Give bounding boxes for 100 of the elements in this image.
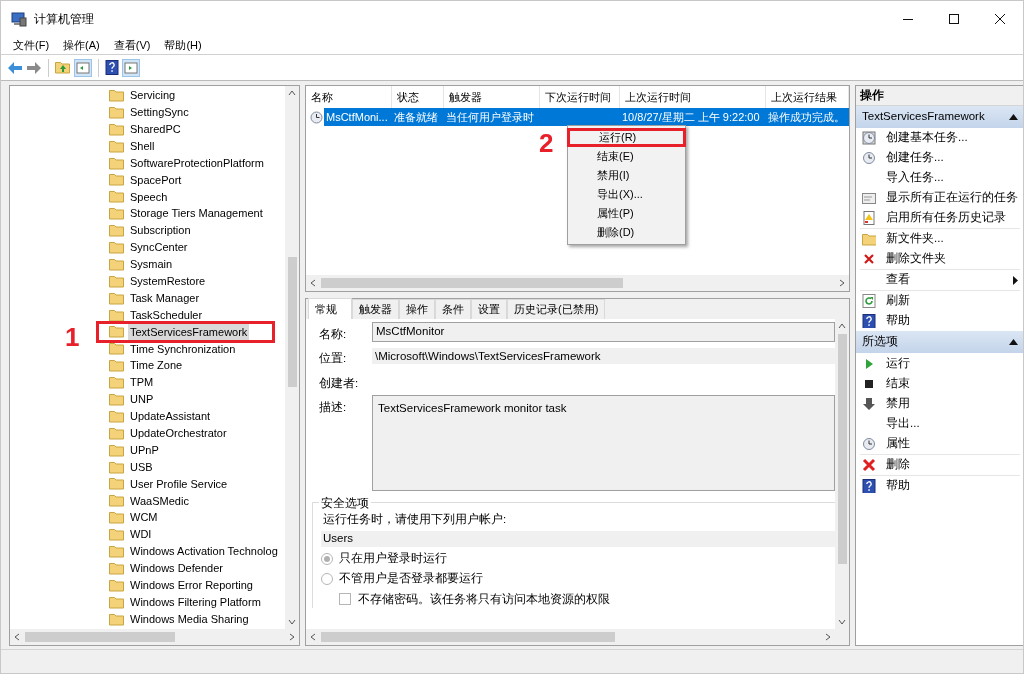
action-item[interactable]: 创建基本任务... (886, 129, 968, 147)
tree-item[interactable]: USB (128, 458, 155, 476)
tree-item[interactable]: WCM (128, 509, 160, 526)
tab[interactable]: 触发器 (352, 299, 399, 319)
tree-item[interactable]: UNP (128, 391, 156, 408)
task-row[interactable]: MsCtfMoni... 准备就绪 当任何用户登录时 10/8/27/星期二 上午 9:22:00 操作成功完成。 (324, 108, 849, 126)
tree-item[interactable]: Windows Media Sharing (128, 610, 251, 628)
submenu-arrow-icon[interactable] (1013, 275, 1018, 285)
collapse-caret-icon[interactable] (1009, 339, 1018, 345)
tree-item[interactable]: WDI (128, 526, 154, 543)
menu-item[interactable]: 查看(V) (113, 36, 151, 54)
section-header[interactable]: TextServicesFramework (856, 106, 1023, 128)
action-item[interactable]: 导出... (886, 415, 920, 433)
tree-item[interactable]: WaaSMedic (128, 492, 191, 510)
checkbox[interactable] (339, 593, 351, 606)
tab[interactable]: 条件 (435, 299, 471, 319)
tab[interactable]: 设置 (471, 299, 507, 319)
tree-item[interactable]: TPM (128, 374, 156, 391)
action-item[interactable]: 刷新 (886, 292, 910, 310)
scrollbar-thumb[interactable] (287, 257, 297, 387)
tab[interactable]: 操作 (399, 299, 435, 319)
action-pane-toggle-icon[interactable] (122, 58, 140, 77)
tree-item[interactable]: Speech (128, 188, 170, 206)
tree-item[interactable]: Task Manager (128, 289, 202, 307)
action-item[interactable]: 禁用 (886, 395, 910, 413)
section-header[interactable]: 所选项 (856, 331, 1023, 353)
tree-item[interactable]: TextServicesFramework (128, 323, 250, 341)
menu-item[interactable]: 结束(E) (568, 147, 685, 166)
folder-icon (109, 307, 124, 323)
radio-button[interactable] (321, 572, 333, 585)
tab[interactable]: 常规 (308, 298, 352, 319)
field-label: 描述: (318, 399, 348, 415)
tree-item[interactable]: Sysmain (128, 256, 175, 273)
scrollbar-thumb[interactable] (837, 334, 847, 564)
table-cell: 当任何用户登录时 (446, 110, 534, 123)
tree-item[interactable]: SettingSync (128, 104, 191, 121)
vertical-scrollbar[interactable] (285, 86, 299, 629)
menu-item[interactable]: 删除(D) (568, 223, 685, 242)
action-item[interactable]: 运行 (886, 355, 910, 373)
tree-item[interactable]: Time Zone (128, 357, 185, 374)
action-item[interactable]: 创建任务... (886, 149, 944, 167)
action-item[interactable]: 导入任务... (886, 169, 944, 187)
folder-icon (109, 544, 124, 559)
radio-button[interactable] (321, 552, 333, 565)
horizontal-scrollbar[interactable] (10, 629, 299, 645)
back-arrow-icon[interactable] (7, 60, 23, 75)
help-icon[interactable] (105, 59, 119, 76)
tab[interactable]: 历史记录(已禁用) (507, 299, 606, 319)
menu-item[interactable]: 操作(A) (63, 36, 100, 54)
tree-item[interactable]: Servicing (128, 87, 178, 104)
action-item[interactable]: 显示所有正在运行的任务 (886, 189, 1018, 207)
tree-item[interactable]: Windows Activation Technolog (128, 543, 280, 560)
tree-item[interactable]: UpdateOrchestrator (128, 425, 229, 442)
section-title: 所选项 (862, 334, 898, 350)
action-item[interactable]: 启用所有任务历史记录 (886, 209, 1006, 227)
action-item[interactable]: 查看 (886, 271, 910, 289)
menu-item[interactable]: 禁用(I) (568, 166, 685, 185)
tree-item[interactable]: Subscription (128, 222, 193, 239)
help-icon (862, 314, 876, 328)
menu-item[interactable]: 属性(P) (568, 204, 685, 223)
menu-item[interactable]: 运行(R) (567, 128, 686, 147)
tree-item[interactable]: SharedPC (128, 120, 183, 138)
tree-item[interactable]: TaskScheduler (128, 306, 205, 324)
horizontal-scrollbar[interactable] (306, 275, 849, 291)
menu-item[interactable]: 导出(X)... (568, 185, 685, 204)
tree-item[interactable]: SpacePort (128, 171, 184, 189)
tree-item[interactable]: Windows Filtering Platform (128, 593, 263, 611)
menu-item[interactable]: 帮助(H) (164, 36, 202, 54)
menu-item[interactable]: 文件(F) (13, 36, 50, 54)
scrollbar-thumb[interactable] (25, 632, 175, 642)
tree-item[interactable]: Windows Error Reporting (128, 577, 255, 594)
folder-up-icon[interactable] (55, 59, 71, 76)
tree-item[interactable]: Storage Tiers Management (128, 205, 265, 222)
tree-item[interactable]: UpdateAssistant (128, 408, 213, 425)
tree-item[interactable]: SyncCenter (128, 239, 190, 256)
annotation-number: 2 (539, 130, 554, 156)
action-item[interactable]: 帮助 (886, 312, 910, 330)
collapse-caret-icon[interactable] (1009, 114, 1018, 120)
folder-icon (109, 392, 124, 407)
scrollbar-thumb[interactable] (321, 278, 624, 288)
description-field[interactable]: TextServicesFramework monitor task (372, 394, 835, 491)
folder-icon (109, 290, 124, 306)
tree-item[interactable]: Shell (128, 137, 157, 155)
tree-pane-toggle-icon[interactable] (74, 58, 92, 77)
forward-arrow-icon[interactable] (26, 60, 42, 75)
tree-item[interactable]: SystemRestore (128, 273, 208, 290)
tree-item[interactable]: Time Synchronization (128, 340, 238, 358)
tree-item[interactable]: SoftwareProtectionPlatform (128, 154, 266, 172)
scrollbar-thumb[interactable] (321, 632, 615, 642)
name-field[interactable]: MsCtfMonitor (372, 322, 835, 342)
action-item[interactable]: 删除文件夹 (886, 250, 946, 268)
action-item[interactable]: 帮助 (886, 477, 910, 495)
action-item[interactable]: 新文件夹... (886, 230, 944, 248)
tree-item[interactable]: User Profile Service (128, 475, 230, 493)
action-item[interactable]: 属性 (886, 435, 910, 453)
action-item[interactable]: 删除 (886, 456, 910, 474)
action-item[interactable]: 结束 (886, 375, 910, 393)
tree-item[interactable]: UPnP (128, 441, 161, 459)
tree-item[interactable]: Windows Defender (128, 560, 225, 577)
computer-management-icon (11, 11, 27, 27)
